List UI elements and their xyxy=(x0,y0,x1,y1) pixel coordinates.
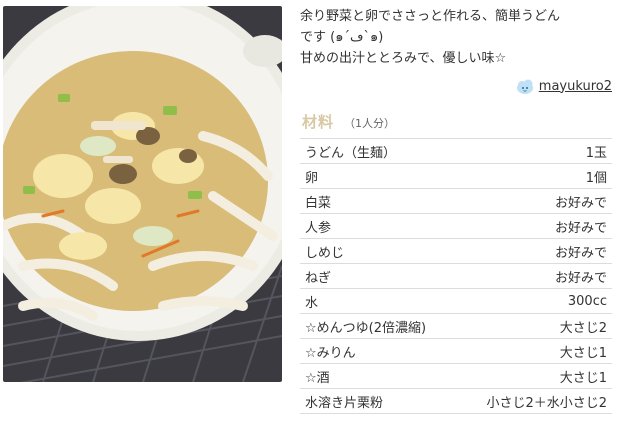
description-line: 余り野菜と卵でささっと作れる、簡単うどん xyxy=(300,9,561,24)
ingredient-quantity: お好みで xyxy=(554,245,607,261)
ingredient-quantity: お好みで xyxy=(554,220,607,236)
author-name[interactable]: mayukuro2 xyxy=(539,79,612,94)
ingredient-name: 白菜 xyxy=(305,195,332,211)
ingredient-name: ☆めんつゆ(2倍濃縮) xyxy=(305,320,427,336)
ingredient-row: うどん（生麺） 1玉 xyxy=(300,139,612,164)
ingredient-name: ☆酒 xyxy=(305,370,330,386)
recipe-description: 余り野菜と卵でささっと作れる、簡単うどん です (๑´ڡ`๑) 甘めの出汁ととろ… xyxy=(300,6,612,69)
ingredients-serving: （1人分） xyxy=(344,117,396,130)
ingredient-name: うどん（生麺） xyxy=(305,145,397,161)
ingredient-row: 水溶き片栗粉 小さじ2＋水小さじ2 xyxy=(300,389,612,414)
ingredient-row: ☆みりん 大さじ1 xyxy=(300,339,612,364)
ingredient-row: 水 300cc xyxy=(300,289,612,314)
ingredient-row: しめじ お好みで xyxy=(300,239,612,264)
author-link[interactable]: mayukuro2 xyxy=(300,75,612,97)
ingredient-quantity: 小さじ2＋水小さじ2 xyxy=(486,395,607,411)
ingredient-name: 人参 xyxy=(305,220,332,236)
ingredient-quantity: 大さじ1 xyxy=(559,370,607,386)
ingredient-name: 卵 xyxy=(305,170,319,186)
ingredient-quantity: 1玉 xyxy=(585,145,607,161)
ingredient-row: ☆めんつゆ(2倍濃縮) 大さじ2 xyxy=(300,314,612,339)
ingredient-name: ねぎ xyxy=(305,270,332,286)
ingredient-name: ☆みりん xyxy=(305,345,356,361)
ingredient-name: 水 xyxy=(305,295,319,311)
ingredients-title: 材料 xyxy=(302,113,335,131)
description-line: 甘めの出汁ととろみで、優しい味☆ xyxy=(300,51,507,66)
cloud-avatar-icon xyxy=(515,76,535,96)
ingredient-quantity: 1個 xyxy=(585,170,607,186)
ingredients-header: 材料 （1人分） xyxy=(300,111,612,131)
ingredient-name: しめじ xyxy=(305,245,345,261)
ingredient-list: うどん（生麺） 1玉 卵 1個 白菜 お好みで 人参 お好みで しめじ お好みで… xyxy=(300,138,612,414)
ingredient-quantity: お好みで xyxy=(554,270,607,286)
ingredient-quantity: 大さじ1 xyxy=(559,345,607,361)
ingredient-quantity: 大さじ2 xyxy=(559,320,607,336)
ingredient-row: 白菜 お好みで xyxy=(300,189,612,214)
ingredient-name: 水溶き片栗粉 xyxy=(305,395,384,411)
ingredient-quantity: お好みで xyxy=(554,195,607,211)
ingredient-row: 卵 1個 xyxy=(300,164,612,189)
recipe-photo xyxy=(3,6,282,382)
ingredient-row: ☆酒 大さじ1 xyxy=(300,364,612,389)
ingredient-row: ねぎ お好みで xyxy=(300,264,612,289)
ingredient-quantity: 300cc xyxy=(567,293,607,309)
description-line: です (๑´ڡ`๑) xyxy=(300,30,384,45)
ingredient-row: 人参 お好みで xyxy=(300,214,612,239)
recipe-info: 余り野菜と卵でささっと作れる、簡単うどん です (๑´ڡ`๑) 甘めの出汁ととろ… xyxy=(300,6,612,414)
